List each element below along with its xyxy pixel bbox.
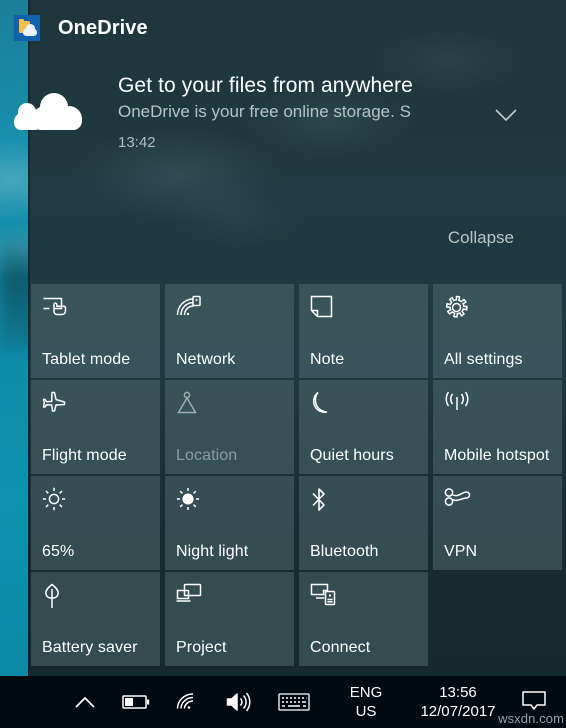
vpn-icon (444, 487, 552, 517)
quick-action-night-light[interactable]: Night light (165, 476, 294, 570)
quick-action-network[interactable]: Network (165, 284, 294, 378)
notification-message: OneDrive is your free online storage. S (118, 102, 411, 121)
quick-action-flight-mode[interactable]: Flight mode (31, 380, 160, 474)
notification-group: OneDrive Get to your files from anywhere… (0, 0, 538, 247)
screen: OneDrive Get to your files from anywhere… (0, 0, 566, 728)
quick-action-tablet-mode[interactable]: Tablet mode (31, 284, 160, 378)
quick-action-empty-slot (433, 572, 562, 666)
night-light-icon (176, 487, 284, 517)
collapse-link[interactable]: Collapse (448, 228, 514, 248)
quick-action-label: Quiet hours (310, 447, 394, 464)
quick-action-vpn[interactable]: VPN (433, 476, 562, 570)
quick-action-label: Bluetooth (310, 543, 379, 560)
bluetooth-icon (310, 487, 418, 517)
hotspot-icon (444, 391, 552, 421)
watermark: wsxdn.com (498, 711, 564, 726)
gear-icon (444, 295, 552, 325)
quick-action-label: Connect (310, 639, 371, 656)
notification-timestamp: 13:42 (118, 134, 156, 151)
quick-actions-grid: Tablet mode Network Note All settings Fl… (31, 284, 566, 666)
quick-action-label: Night light (176, 543, 249, 560)
clock-date: 12/07/2017 (420, 703, 496, 720)
clock-time: 13:56 (439, 684, 477, 701)
notification-app-header: OneDrive (0, 0, 538, 56)
project-icon (176, 583, 284, 613)
leaf-icon (42, 583, 150, 613)
taskbar-clock[interactable]: 13:56 12/07/2017 (412, 683, 504, 721)
volume-icon[interactable] (226, 692, 252, 712)
connect-icon (310, 583, 418, 613)
taskbar: ENG US 13:56 12/07/2017 wsxdn.com (0, 676, 566, 728)
tablet-mode-icon (42, 295, 150, 325)
wifi-icon[interactable] (176, 692, 200, 712)
airplane-icon (42, 391, 150, 421)
system-tray (74, 692, 310, 712)
quick-action-label: VPN (444, 543, 478, 560)
quick-action-bluetooth[interactable]: Bluetooth (299, 476, 428, 570)
moon-icon (310, 391, 418, 421)
quick-action-label: 65% (42, 543, 75, 560)
language-region: US (355, 703, 377, 720)
quick-action-battery-saver[interactable]: Battery saver (31, 572, 160, 666)
language-indicator[interactable]: ENG US (346, 683, 386, 721)
network-icon (176, 295, 284, 325)
quick-action-label: Flight mode (42, 447, 127, 464)
notification-text-block: Get to your files from anywhere OneDrive… (84, 66, 538, 151)
quick-action-label: Battery saver (42, 639, 138, 656)
cloud-icon (14, 88, 84, 136)
language-name: ENG (349, 684, 383, 701)
quick-action-label: Network (176, 351, 236, 368)
brightness-icon (42, 487, 150, 517)
quick-action-location[interactable]: Location (165, 380, 294, 474)
battery-icon[interactable] (122, 694, 150, 710)
quick-action-project[interactable]: Project (165, 572, 294, 666)
note-icon (310, 295, 418, 325)
quick-action-mobile-hotspot[interactable]: Mobile hotspot (433, 380, 562, 474)
keyboard-icon[interactable] (278, 692, 310, 712)
chevron-up-icon[interactable] (74, 696, 96, 709)
quick-action-all-settings[interactable]: All settings (433, 284, 562, 378)
notification-title: Get to your files from anywhere (118, 74, 413, 97)
quick-action-connect[interactable]: Connect (299, 572, 428, 666)
notification-item[interactable]: Get to your files from anywhere OneDrive… (0, 56, 538, 156)
chevron-down-icon[interactable] (486, 98, 526, 132)
quick-action-label: Project (176, 639, 227, 656)
quick-action-label: Location (176, 447, 238, 464)
quick-action-brightness[interactable]: 65% (31, 476, 160, 570)
quick-action-label: Tablet mode (42, 351, 131, 368)
quick-action-label: Note (310, 351, 345, 368)
notification-app-name: OneDrive (58, 16, 148, 39)
collapse-row: Collapse (0, 228, 538, 248)
quick-action-label: Mobile hotspot (444, 447, 550, 464)
quick-action-label: All settings (444, 351, 523, 368)
quick-action-quiet-hours[interactable]: Quiet hours (299, 380, 428, 474)
location-pin-icon (176, 391, 284, 421)
onedrive-icon (14, 15, 40, 41)
quick-action-note[interactable]: Note (299, 284, 428, 378)
